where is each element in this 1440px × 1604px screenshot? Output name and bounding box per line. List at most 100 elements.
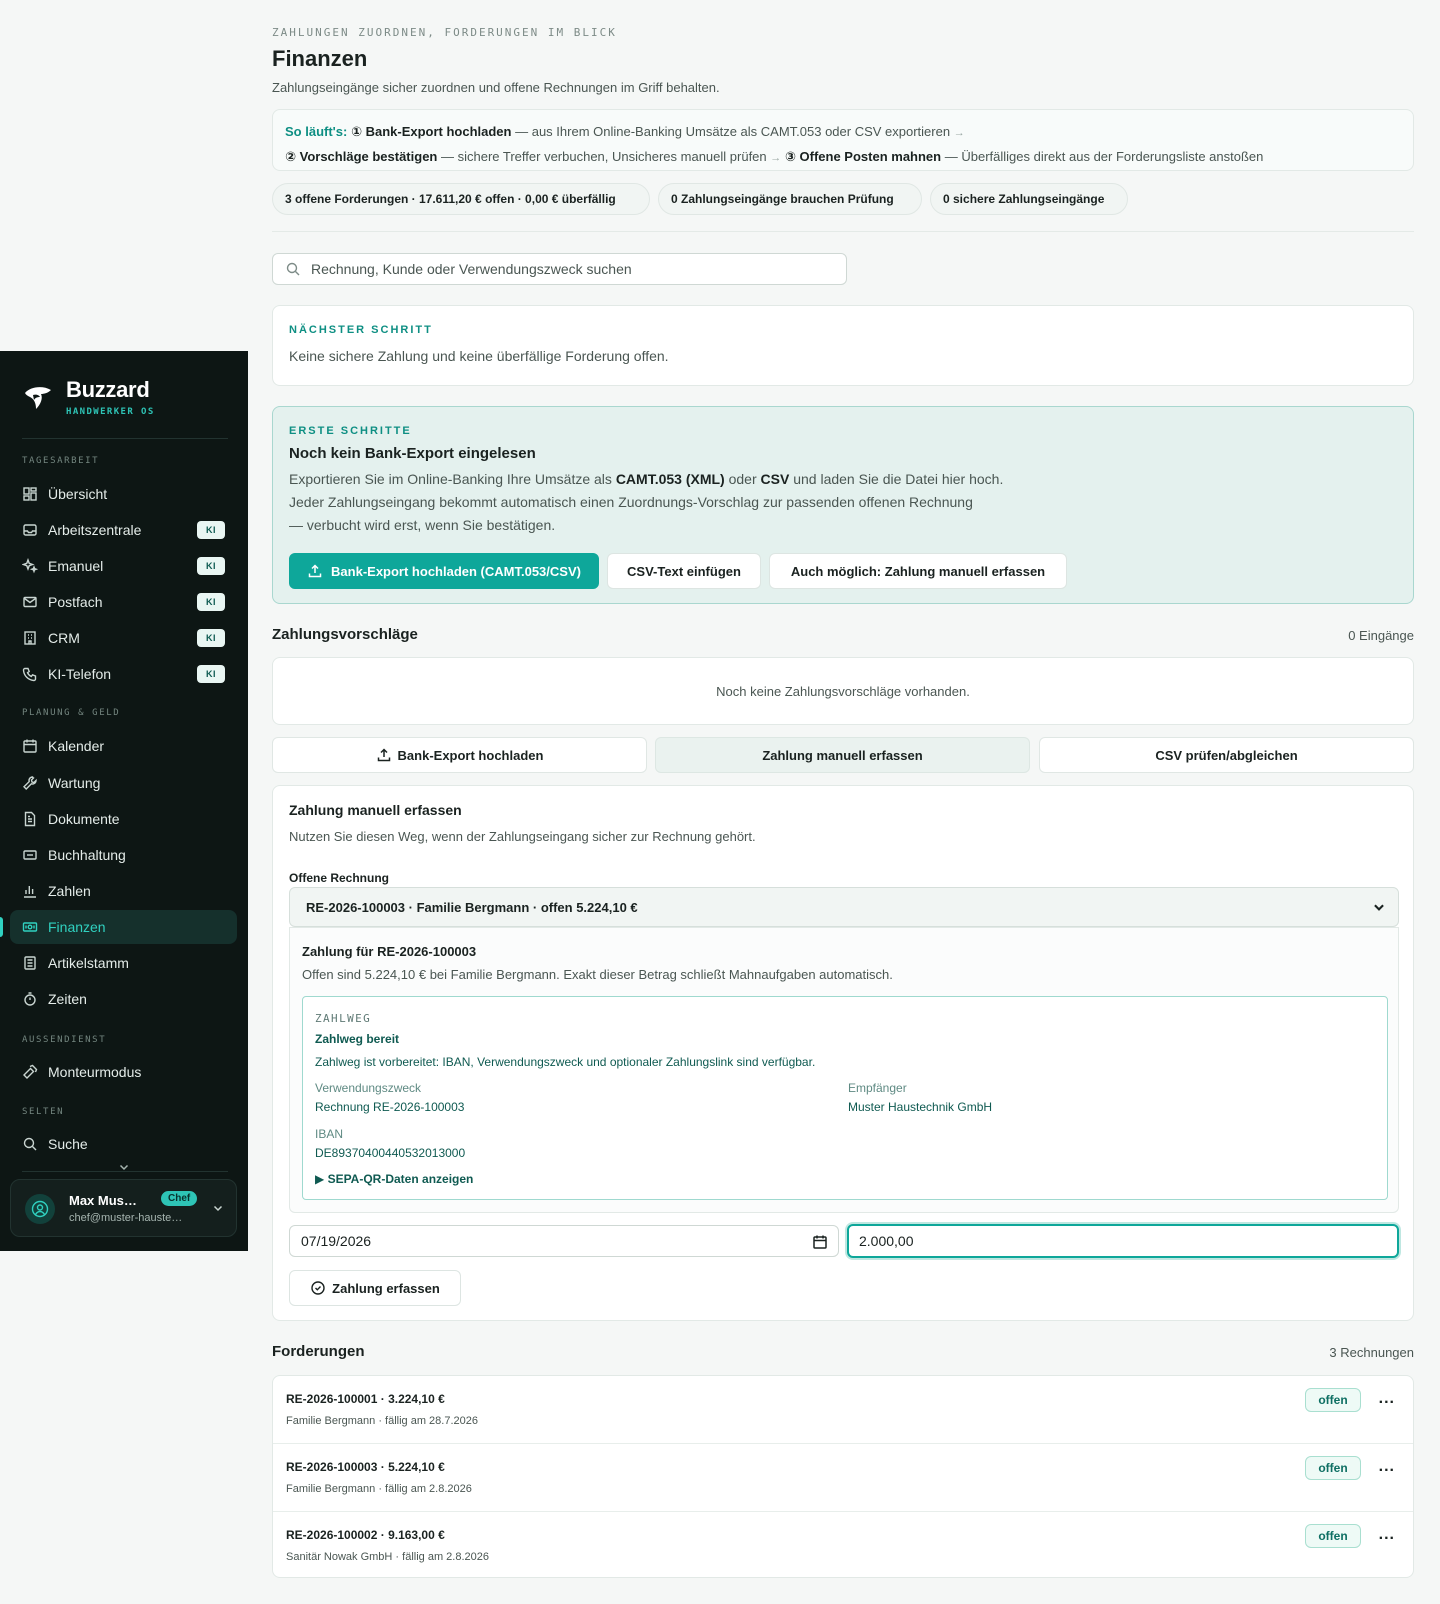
more-options-icon[interactable]: ... bbox=[1379, 1526, 1395, 1544]
sidebar-item-wartung[interactable]: Wartung bbox=[10, 766, 237, 800]
button-label: Zahlung erfassen bbox=[332, 1280, 440, 1296]
manual-payment-button[interactable]: Auch möglich: Zahlung manuell erfassen bbox=[769, 553, 1067, 589]
building-icon bbox=[22, 630, 38, 646]
suggestions-count: 0 Eingänge bbox=[1348, 628, 1414, 643]
section-aussendienst: AUSSENDIENST bbox=[22, 1035, 107, 1045]
chevron-down-icon bbox=[1372, 900, 1386, 917]
sidebar-item-kalender[interactable]: Kalender bbox=[10, 729, 237, 763]
more-options-icon[interactable]: ... bbox=[1379, 1390, 1395, 1408]
grid-icon bbox=[22, 486, 38, 502]
invoice-select[interactable]: RE-2026-100003 · Familie Bergmann · offe… bbox=[289, 887, 1399, 927]
sidebar-item-label: Arbeitszentrale bbox=[48, 522, 142, 538]
active-indicator bbox=[0, 917, 3, 937]
page-subtitle: Zahlungseingänge sicher zuordnen und off… bbox=[272, 80, 720, 95]
section-tagesarbeit: TAGESARBEIT bbox=[22, 456, 100, 466]
page-eyebrow: ZAHLUNGEN ZUORDNEN, FORDERUNGEN IM BLICK bbox=[272, 26, 617, 39]
submit-payment-button[interactable]: Zahlung erfassen bbox=[289, 1270, 461, 1306]
page-title: Finanzen bbox=[272, 46, 368, 71]
first-steps-kicker: ERSTE SCHRITTE bbox=[289, 425, 412, 437]
sidebar-item-label: Übersicht bbox=[48, 486, 108, 502]
chip-pruefung[interactable]: 0 Zahlungseingänge brauchen Prüfung bbox=[658, 183, 922, 215]
zahlweg-kicker: ZAHLWEG bbox=[315, 1012, 372, 1025]
search-icon bbox=[22, 1136, 38, 1152]
manual-title: Zahlung manuell erfassen bbox=[289, 802, 462, 818]
text-segment: Jeder Zahlungseingang bekommt automatisc… bbox=[289, 494, 973, 510]
sidebar-item-label: CRM bbox=[48, 630, 80, 646]
ki-badge: KI bbox=[197, 521, 225, 539]
claim-row[interactable]: RE-2026-100003 · 5.224,10 € Familie Berg… bbox=[273, 1443, 1413, 1510]
text-segment: und laden Sie die Datei hier hoch. bbox=[789, 471, 1004, 487]
sidebar-item-label: Emanuel bbox=[48, 558, 104, 574]
sidebar-item-finanzen[interactable]: Finanzen bbox=[10, 910, 237, 944]
first-steps-card: ERSTE SCHRITTE Noch kein Bank-Export ein… bbox=[272, 406, 1414, 604]
sidebar-item-arbeitszentrale[interactable]: Arbeitszentrale KI bbox=[10, 513, 237, 547]
sidebar-item-label: Postfach bbox=[48, 594, 103, 610]
sparkles-icon bbox=[22, 558, 38, 574]
inbox-icon bbox=[22, 522, 38, 538]
sidebar-item-dokumente[interactable]: Dokumente bbox=[10, 802, 237, 836]
payment-amount-input[interactable]: 2.000,00 bbox=[847, 1224, 1399, 1258]
sidebar-item-suche[interactable]: Suche bbox=[10, 1127, 237, 1161]
iban-value: DE89370400440532013000 bbox=[315, 1146, 466, 1160]
empty-text: Noch keine Zahlungsvorschläge vorhanden. bbox=[716, 683, 970, 699]
brand[interactable]: Buzzard HANDWERKER OS bbox=[22, 377, 155, 417]
sidebar-item-monteurmodus[interactable]: Monteurmodus bbox=[10, 1055, 237, 1089]
sidebar-item-label: Finanzen bbox=[48, 919, 106, 935]
tab-csv-check[interactable]: CSV prüfen/abgleichen bbox=[1039, 737, 1414, 773]
next-step-card: NÄCHSTER SCHRITT Keine sichere Zahlung u… bbox=[272, 305, 1414, 386]
tab-label: Bank-Export hochladen bbox=[397, 747, 544, 763]
paste-csv-button[interactable]: CSV-Text einfügen bbox=[607, 553, 761, 589]
upload-bank-export-button[interactable]: Bank-Export hochladen (CAMT.053/CSV) bbox=[289, 553, 599, 589]
sidebar-item-label: Buchhaltung bbox=[48, 847, 126, 863]
timer-icon bbox=[22, 991, 38, 1007]
sidebar-item-buchhaltung[interactable]: Buchhaltung bbox=[10, 838, 237, 872]
more-options-icon[interactable]: ... bbox=[1379, 1458, 1395, 1476]
amount-value: 2.000,00 bbox=[859, 1233, 914, 1249]
payment-date-input[interactable]: 07/19/2026 bbox=[289, 1225, 839, 1257]
search-icon bbox=[285, 261, 301, 277]
zahlweg-desc: Zahlweg ist vorbereitet: IBAN, Verwendun… bbox=[315, 1055, 816, 1069]
chip-forderungen[interactable]: 3 offene Forderungen · 17.611,20 € offen… bbox=[272, 183, 650, 215]
howto-step3-title: ③ Offene Posten mahnen bbox=[784, 149, 942, 164]
sidebar-item-zahlen[interactable]: Zahlen bbox=[10, 874, 237, 908]
sepa-qr-toggle[interactable]: ▶ SEPA-QR-Daten anzeigen bbox=[315, 1172, 473, 1186]
calendar-icon[interactable] bbox=[812, 1234, 828, 1250]
user-email: chef@muster-hauste… bbox=[69, 1212, 183, 1224]
payment-method-box: ZAHLWEG Zahlweg bereit Zahlweg ist vorbe… bbox=[302, 996, 1388, 1200]
sidebar-item-uebersicht[interactable]: Übersicht bbox=[10, 477, 237, 511]
document-icon bbox=[22, 811, 38, 827]
section-selten: SELTEN bbox=[22, 1107, 65, 1117]
tab-bank-upload[interactable]: Bank-Export hochladen bbox=[272, 737, 647, 773]
text-segment: — verbucht wird erst, wenn Sie bestätige… bbox=[289, 517, 556, 533]
sidebar-item-label: KI-Telefon bbox=[48, 666, 112, 682]
suggestions-title: Zahlungsvorschläge bbox=[272, 626, 418, 643]
sidebar-item-ki-telefon[interactable]: KI-Telefon KI bbox=[10, 657, 237, 691]
claims-count: 3 Rechnungen bbox=[1329, 1345, 1414, 1360]
bar-chart-icon bbox=[22, 883, 38, 899]
first-steps-text: Exportieren Sie im Online-Banking Ihre U… bbox=[289, 468, 1397, 537]
sidebar-item-label: Wartung bbox=[48, 775, 101, 791]
divider bbox=[22, 438, 228, 439]
first-steps-title: Noch kein Bank-Export eingelesen bbox=[289, 445, 536, 462]
date-value: 07/19/2026 bbox=[301, 1233, 372, 1249]
user-menu[interactable]: Max Mus… Chef chef@muster-hauste… bbox=[10, 1179, 237, 1237]
search-placeholder: Rechnung, Kunde oder Verwendungszweck su… bbox=[311, 261, 632, 277]
claim-row[interactable]: RE-2026-100002 · 9.163,00 € Sanitär Nowa… bbox=[273, 1511, 1413, 1578]
sidebar-item-zeiten[interactable]: Zeiten bbox=[10, 982, 237, 1016]
list-icon bbox=[22, 955, 38, 971]
claim-row[interactable]: RE-2026-100001 · 3.224,10 € Familie Berg… bbox=[273, 1376, 1413, 1443]
sidebar-item-postfach[interactable]: Postfach KI bbox=[10, 585, 237, 619]
sidebar-item-crm[interactable]: CRM KI bbox=[10, 621, 237, 655]
manual-desc: Nutzen Sie diesen Weg, wenn der Zahlungs… bbox=[289, 829, 756, 844]
sidebar-item-artikelstamm[interactable]: Artikelstamm bbox=[10, 946, 237, 980]
tab-manual-payment[interactable]: Zahlung manuell erfassen bbox=[655, 737, 1030, 773]
sidebar-item-emanuel[interactable]: Emanuel KI bbox=[10, 549, 237, 583]
purpose-label: Verwendungszweck bbox=[315, 1081, 422, 1095]
selected-invoice: RE-2026-100003 · Familie Bergmann · offe… bbox=[306, 899, 638, 915]
next-step-kicker: NÄCHSTER SCHRITT bbox=[289, 324, 433, 336]
chip-sicher[interactable]: 0 sichere Zahlungseingänge bbox=[930, 183, 1128, 215]
divider bbox=[22, 1171, 228, 1172]
search-input[interactable]: Rechnung, Kunde oder Verwendungszweck su… bbox=[272, 253, 847, 285]
chevron-down-icon bbox=[212, 1202, 224, 1214]
sidebar-item-label: Dokumente bbox=[48, 811, 120, 827]
